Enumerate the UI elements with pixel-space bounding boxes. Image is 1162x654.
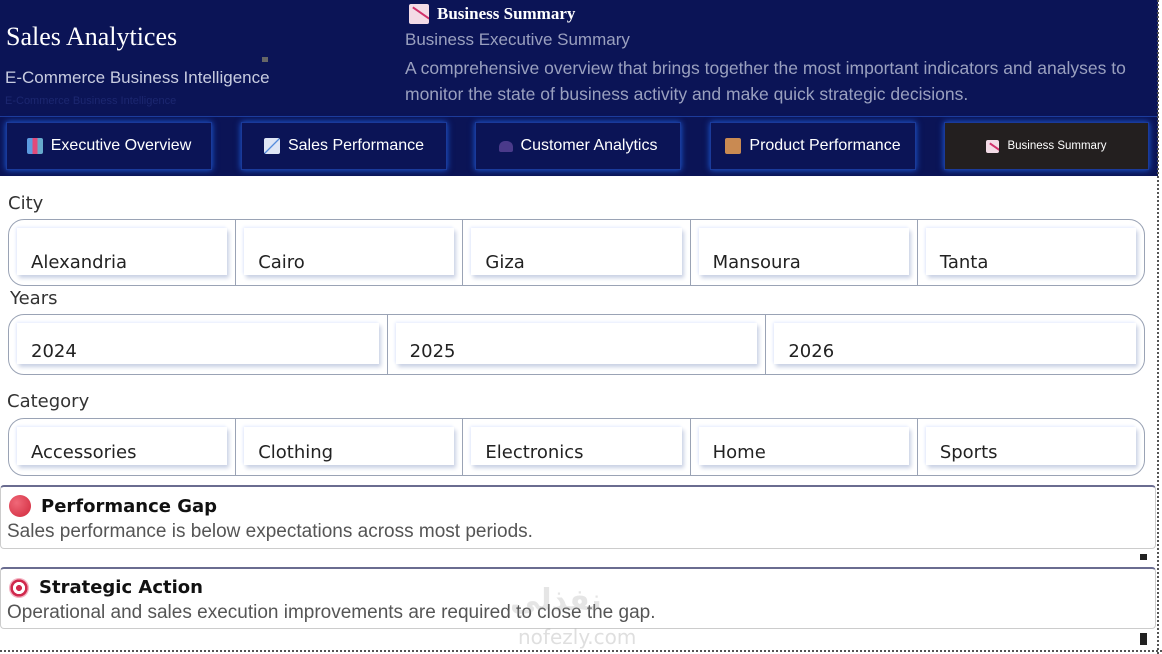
summary-description: A comprehensive overview that brings tog…	[405, 58, 1126, 104]
tab-label: Business Summary	[1007, 140, 1107, 152]
package-icon	[725, 138, 742, 154]
year-option[interactable]: 2025	[395, 323, 758, 364]
scroll-handle[interactable]	[1140, 554, 1147, 560]
tab-executive-overview[interactable]: Executive Overview	[6, 122, 212, 170]
chart-decreasing-icon	[409, 4, 429, 24]
tab-product-performance[interactable]: Product Performance	[710, 122, 916, 170]
tab-label: Sales Performance	[287, 137, 425, 154]
years-slicer: 2024 2025 2026	[8, 314, 1145, 375]
tab-label: Product Performance	[749, 137, 901, 154]
city-slicer: Alexandria Cairo Giza Mansoura Tanta	[8, 219, 1145, 286]
category-slicer: Accessories Clothing Electronics Home Sp…	[8, 418, 1145, 476]
target-icon	[9, 577, 29, 598]
years-label: Years	[10, 288, 58, 309]
city-label: City	[8, 193, 44, 214]
watermark-arabic: نفذلي	[510, 583, 602, 618]
card-text: Sales performance is below expectations …	[7, 521, 533, 542]
scroll-handle[interactable]	[1140, 633, 1147, 645]
card-title: Performance Gap	[41, 495, 218, 517]
summary-title-text: Business Summary	[437, 4, 576, 23]
frame-border-right	[1157, 0, 1159, 654]
line-chart-icon	[263, 138, 280, 154]
tab-customer-analytics[interactable]: Customer Analytics	[475, 122, 681, 170]
app-subtitle-shadow: E-Commerce Business Intelligence	[5, 95, 177, 107]
watermark-latin: nofezly.com	[518, 625, 637, 649]
tab-label: Executive Overview	[50, 137, 192, 154]
red-circle-icon	[9, 495, 31, 517]
category-option[interactable]: Home	[698, 427, 909, 465]
bar-chart-icon	[26, 138, 43, 154]
category-label: Category	[7, 391, 90, 412]
app-subtitle: E-Commerce Business Intelligence	[5, 68, 270, 87]
city-option[interactable]: Mansoura	[698, 228, 909, 275]
year-option[interactable]: 2024	[17, 323, 379, 364]
tab-label: Customer Analytics	[520, 137, 658, 154]
performance-gap-card: Performance Gap Sales performance is bel…	[0, 485, 1156, 560]
category-option[interactable]: Accessories	[17, 427, 228, 465]
tab-business-summary[interactable]: Business Summary	[944, 122, 1149, 170]
chart-decreasing-icon	[986, 139, 1000, 153]
tab-sales-performance[interactable]: Sales Performance	[241, 122, 447, 170]
category-option[interactable]: Sports	[925, 427, 1137, 465]
decor-dot	[262, 57, 268, 62]
frame-border-bottom	[0, 650, 1162, 652]
category-option[interactable]: Clothing	[244, 427, 455, 465]
year-option[interactable]: 2026	[774, 323, 1137, 364]
category-option[interactable]: Electronics	[471, 427, 682, 465]
app-title: Sales Analytices	[6, 22, 178, 51]
city-option[interactable]: Tanta	[925, 228, 1137, 275]
summary-title: Business Summary	[409, 4, 575, 24]
city-option[interactable]: Alexandria	[17, 228, 228, 275]
summary-subtitle: Business Executive Summary	[405, 30, 630, 49]
city-option[interactable]: Cairo	[244, 228, 455, 275]
users-icon	[498, 140, 513, 152]
city-option[interactable]: Giza	[471, 228, 682, 275]
card-title: Strategic Action	[39, 577, 203, 598]
